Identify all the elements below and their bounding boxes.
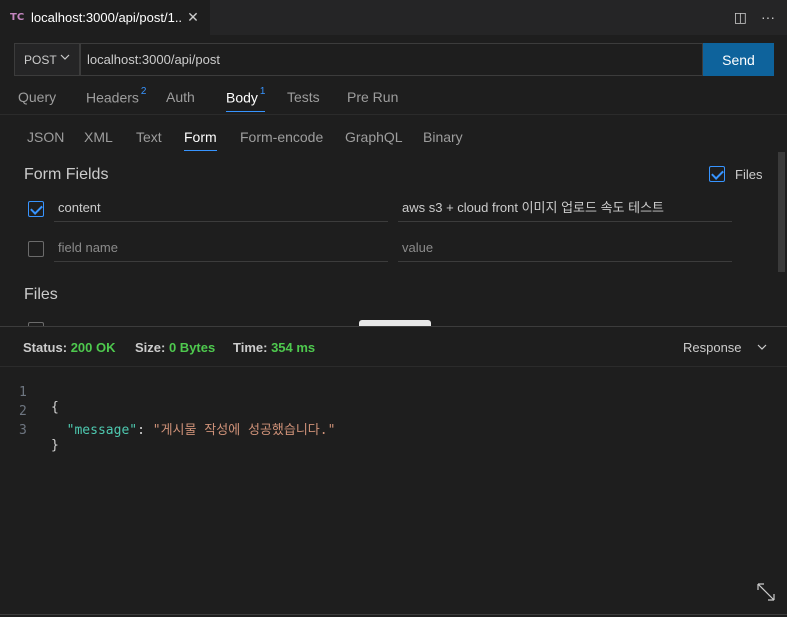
tab-query[interactable]: Query	[18, 89, 56, 105]
size-value: 0 Bytes	[168, 340, 216, 355]
field-value-input[interactable]: value	[398, 237, 732, 262]
method-select[interactable]: POST	[14, 43, 80, 76]
body-tab-json[interactable]: JSON	[27, 129, 64, 145]
method-label: POST	[24, 52, 57, 67]
send-button[interactable]: Send	[703, 43, 774, 76]
status-info: Status: 200 OK	[23, 340, 116, 355]
tab-auth[interactable]: Auth	[166, 89, 195, 105]
response-view-label: Response	[683, 340, 742, 355]
thunder-client-icon: TC	[10, 12, 25, 23]
field-name-input[interactable]: content	[54, 197, 388, 222]
line-number: 3	[19, 423, 27, 438]
code-line: 2 "message": "게시물 작성에 성공했습니다."	[19, 404, 336, 438]
json-key: "message"	[66, 423, 138, 438]
files-heading: Files	[24, 286, 58, 303]
tab-title: localhost:3000/api/post/1..	[31, 10, 183, 25]
request-tab[interactable]: TC localhost:3000/api/post/1.. ✕	[0, 0, 210, 35]
tab-tests[interactable]: Tests	[287, 89, 320, 105]
expand-icon[interactable]	[756, 582, 776, 607]
pane-splitter[interactable]	[0, 326, 787, 327]
body-tab-text[interactable]: Text	[136, 129, 162, 145]
json-value: "게시물 작성에 성공했습니다."	[152, 423, 336, 438]
more-actions-icon[interactable]: ···	[761, 9, 775, 26]
code-line: 3 }	[19, 423, 59, 453]
body-tab-form-encode[interactable]: Form-encode	[240, 129, 323, 145]
body-count-badge: 1	[259, 86, 266, 97]
url-bar: POST Send	[14, 43, 774, 76]
files-toggle[interactable]: Files	[709, 166, 762, 182]
body-tab-binary[interactable]: Binary	[423, 129, 463, 145]
row-enabled-checkbox[interactable]	[28, 201, 44, 217]
size-info: Size: 0 Bytes	[135, 340, 216, 355]
time-value: 354 ms	[271, 340, 316, 355]
field-name-input[interactable]: field name	[54, 237, 388, 262]
divider	[0, 114, 787, 115]
url-input[interactable]	[80, 43, 703, 76]
chevron-down-icon	[756, 340, 768, 357]
split-editor-icon[interactable]: ◫	[734, 9, 747, 26]
row-enabled-checkbox[interactable]	[28, 241, 44, 257]
files-checkbox[interactable]	[709, 166, 725, 182]
body-tab-graphql[interactable]: GraphQL	[345, 129, 403, 145]
body-tab-xml[interactable]: XML	[84, 129, 113, 145]
tab-pre-run[interactable]: Pre Run	[347, 89, 398, 105]
divider	[0, 614, 787, 615]
chevron-down-icon	[59, 51, 71, 66]
body-tab-form[interactable]: Form	[184, 129, 217, 151]
status-code: 200 OK	[70, 340, 116, 355]
tab-headers[interactable]: Headers 2	[86, 86, 147, 106]
editor-actions: ◫ ···	[734, 9, 775, 26]
files-checkbox-label: Files	[735, 166, 763, 182]
divider	[0, 366, 787, 367]
headers-count-badge: 2	[140, 86, 147, 97]
field-value-input[interactable]: aws s3 + cloud front 이미지 업로드 속도 테스트	[398, 197, 732, 222]
response-view-select[interactable]: Response	[683, 340, 768, 357]
vertical-scrollbar[interactable]	[778, 152, 785, 272]
tab-bar: TC localhost:3000/api/post/1.. ✕ ◫ ···	[0, 0, 787, 35]
code-line: 1 {	[19, 385, 59, 415]
tab-body[interactable]: Body 1	[226, 86, 266, 112]
form-fields-heading: Form Fields	[24, 166, 109, 183]
time-info: Time: 354 ms	[233, 340, 316, 355]
close-icon[interactable]: ✕	[184, 8, 202, 26]
